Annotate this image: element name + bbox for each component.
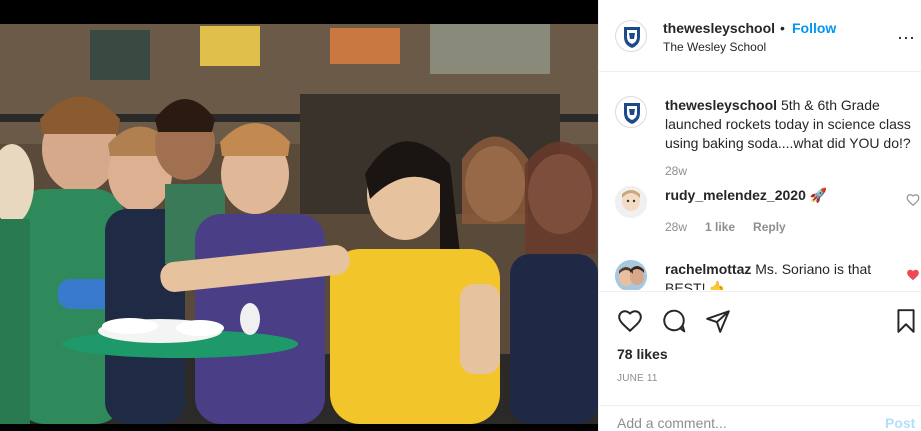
- caption-text-1: 5th & 6th Grade: [780, 97, 880, 113]
- post-side-panel: thewesleyschool • Follow The Wesley Scho…: [598, 0, 921, 431]
- user-photo-icon: [615, 186, 647, 218]
- comment-like-heart-icon[interactable]: [906, 193, 920, 207]
- comment-liked-heart-icon[interactable]: [906, 268, 920, 282]
- post-actions: 78 likes JUNE 11 Post: [599, 291, 921, 431]
- photo-bottom-letterbox: [0, 424, 598, 431]
- comment-avatar[interactable]: [615, 260, 647, 290]
- separator-dot: •: [780, 20, 785, 36]
- heart-icon[interactable]: [617, 308, 643, 334]
- comment-2-text: rachelmottaz Ms. Soriano is that: [665, 260, 871, 279]
- comment-1-likes[interactable]: 1 like: [705, 220, 735, 234]
- account-location[interactable]: The Wesley School: [663, 40, 766, 54]
- post-photo[interactable]: [0, 0, 598, 431]
- comment-2-text-line-2: BEST! 🤙: [665, 280, 727, 290]
- post-date[interactable]: JUNE 11: [617, 373, 658, 384]
- caption-meta: 28w: [665, 164, 705, 178]
- add-comment-input[interactable]: [617, 415, 867, 431]
- post-header: thewesleyschool • Follow The Wesley Scho…: [599, 0, 921, 72]
- classroom-photo: [0, 24, 598, 424]
- comment-avatar[interactable]: [615, 186, 647, 218]
- comment-2-body: Ms. Soriano is that: [755, 261, 872, 277]
- comment-1-reply-button[interactable]: Reply: [753, 220, 786, 234]
- caption-avatar[interactable]: [615, 96, 647, 128]
- account-username[interactable]: thewesleyschool: [663, 20, 775, 36]
- school-crest-icon: [624, 103, 640, 124]
- comment-1-body: 🚀: [809, 187, 828, 203]
- school-crest-icon: [624, 27, 640, 48]
- follow-button[interactable]: Follow: [792, 20, 836, 36]
- more-horizontal-icon[interactable]: ⋯: [897, 28, 916, 49]
- add-comment-bar: Post: [599, 405, 921, 431]
- caption-line-3: using baking soda....what did YOU do!?: [665, 135, 911, 151]
- comment-1-time[interactable]: 28w: [665, 220, 687, 234]
- caption-username[interactable]: thewesleyschool: [665, 97, 777, 113]
- post-comment-button[interactable]: Post: [885, 415, 915, 431]
- comments-list[interactable]: thewesleyschool 5th & 6th Grade launched…: [599, 72, 921, 290]
- account-avatar[interactable]: [615, 20, 647, 52]
- comment-icon[interactable]: [661, 308, 687, 334]
- comment-2-username[interactable]: rachelmottaz: [665, 261, 751, 277]
- comment-1-username[interactable]: rudy_melendez_2020: [665, 187, 806, 203]
- comment-1-meta: 28w 1 like Reply: [665, 220, 804, 234]
- comment-1-text: rudy_melendez_2020 🚀: [665, 186, 827, 205]
- share-icon[interactable]: [705, 308, 731, 334]
- photo-top-letterbox: [0, 0, 598, 24]
- caption-time[interactable]: 28w: [665, 164, 687, 178]
- caption-line-2: launched rockets today in science class: [665, 116, 911, 132]
- user-photo-icon: [615, 260, 647, 290]
- caption-line-1: thewesleyschool 5th & 6th Grade: [665, 96, 880, 115]
- likes-count[interactable]: 78 likes: [617, 346, 668, 362]
- bookmark-icon[interactable]: [893, 308, 919, 334]
